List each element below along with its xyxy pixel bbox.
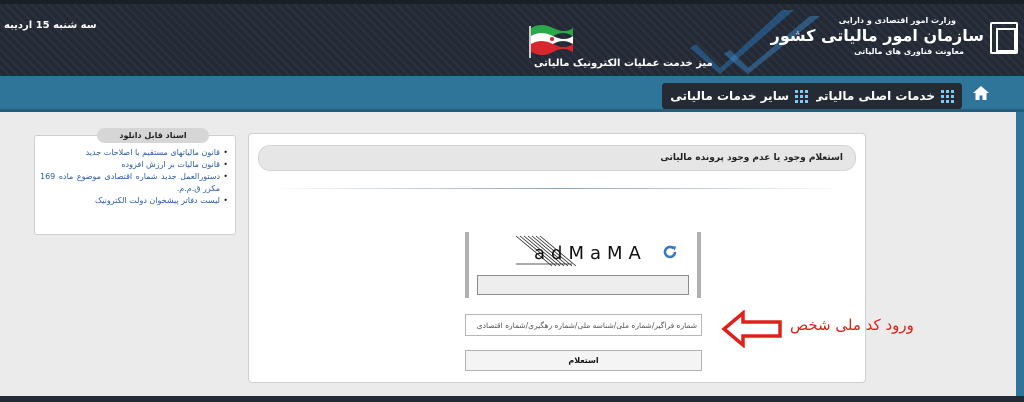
inquiry-title: استعلام وجود یا عدم وجود پرونده مالیاتی (258, 145, 856, 171)
page-footer-bar (0, 396, 1024, 402)
divider (270, 188, 846, 189)
service-desk-title: میز خدمت عملیات الکترونیک مالیاتی (534, 58, 713, 69)
annotation-text: ورود کد ملی شخص (790, 316, 914, 334)
annotation-arrow-icon (721, 310, 782, 348)
downloads-title: اسناد قابل دانلود (97, 128, 209, 143)
site-header: سه شنبه 15 اردیبه میز خدمت عملیات الکترو… (0, 0, 1024, 76)
inquiry-submit-button[interactable]: استعلام (465, 350, 702, 371)
captcha-image: adMaMA (512, 234, 650, 268)
download-link[interactable]: دستورالعمل جدید شماره اقتصادی موضوع ماده… (40, 171, 228, 195)
other-services-menu[interactable]: سایر خدمات مالیاتی (662, 83, 816, 109)
organization-title: وزارت امور اقتصادی و دارایی سازمان امور … (771, 16, 984, 56)
captcha-input[interactable] (477, 275, 689, 295)
captcha-text: adMaMA (534, 243, 647, 264)
right-edge-strip (1016, 112, 1024, 396)
download-link[interactable]: قانون مالیاتهای مستقیم با اصلاحات جدید (40, 147, 228, 159)
refresh-captcha-icon[interactable] (662, 244, 678, 260)
iran-flag-icon (529, 25, 573, 58)
downloads-list: قانون مالیاتهای مستقیم با اصلاحات جدید ق… (40, 147, 228, 207)
download-link[interactable]: قانون مالیات بر ارزش افزوده (40, 159, 228, 171)
current-date: سه شنبه 15 اردیبه (4, 20, 97, 31)
download-link[interactable]: لیست دفاتر پیشخوان دولت الکترونیک (40, 195, 228, 207)
home-icon[interactable] (972, 84, 990, 102)
grid-icon (941, 89, 954, 103)
main-services-menu[interactable]: خدمات اصلی مالیاتی (803, 83, 962, 109)
main-services-label: خدمات اصلی مالیاتی (811, 89, 935, 103)
deputy-label: معاونت فناوری های مالیاتی (854, 47, 964, 56)
organization-logo[interactable] (990, 22, 1018, 54)
grid-icon (795, 89, 808, 103)
main-navbar: خدمات اصلی مالیاتی سایر خدمات مالیاتی (0, 76, 1024, 112)
ministry-label: وزارت امور اقتصادی و دارایی (838, 16, 956, 25)
national-id-input[interactable] (465, 314, 702, 336)
other-services-label: سایر خدمات مالیاتی (670, 89, 789, 103)
organization-name: سازمان امور مالیاتی کشور (770, 26, 984, 45)
